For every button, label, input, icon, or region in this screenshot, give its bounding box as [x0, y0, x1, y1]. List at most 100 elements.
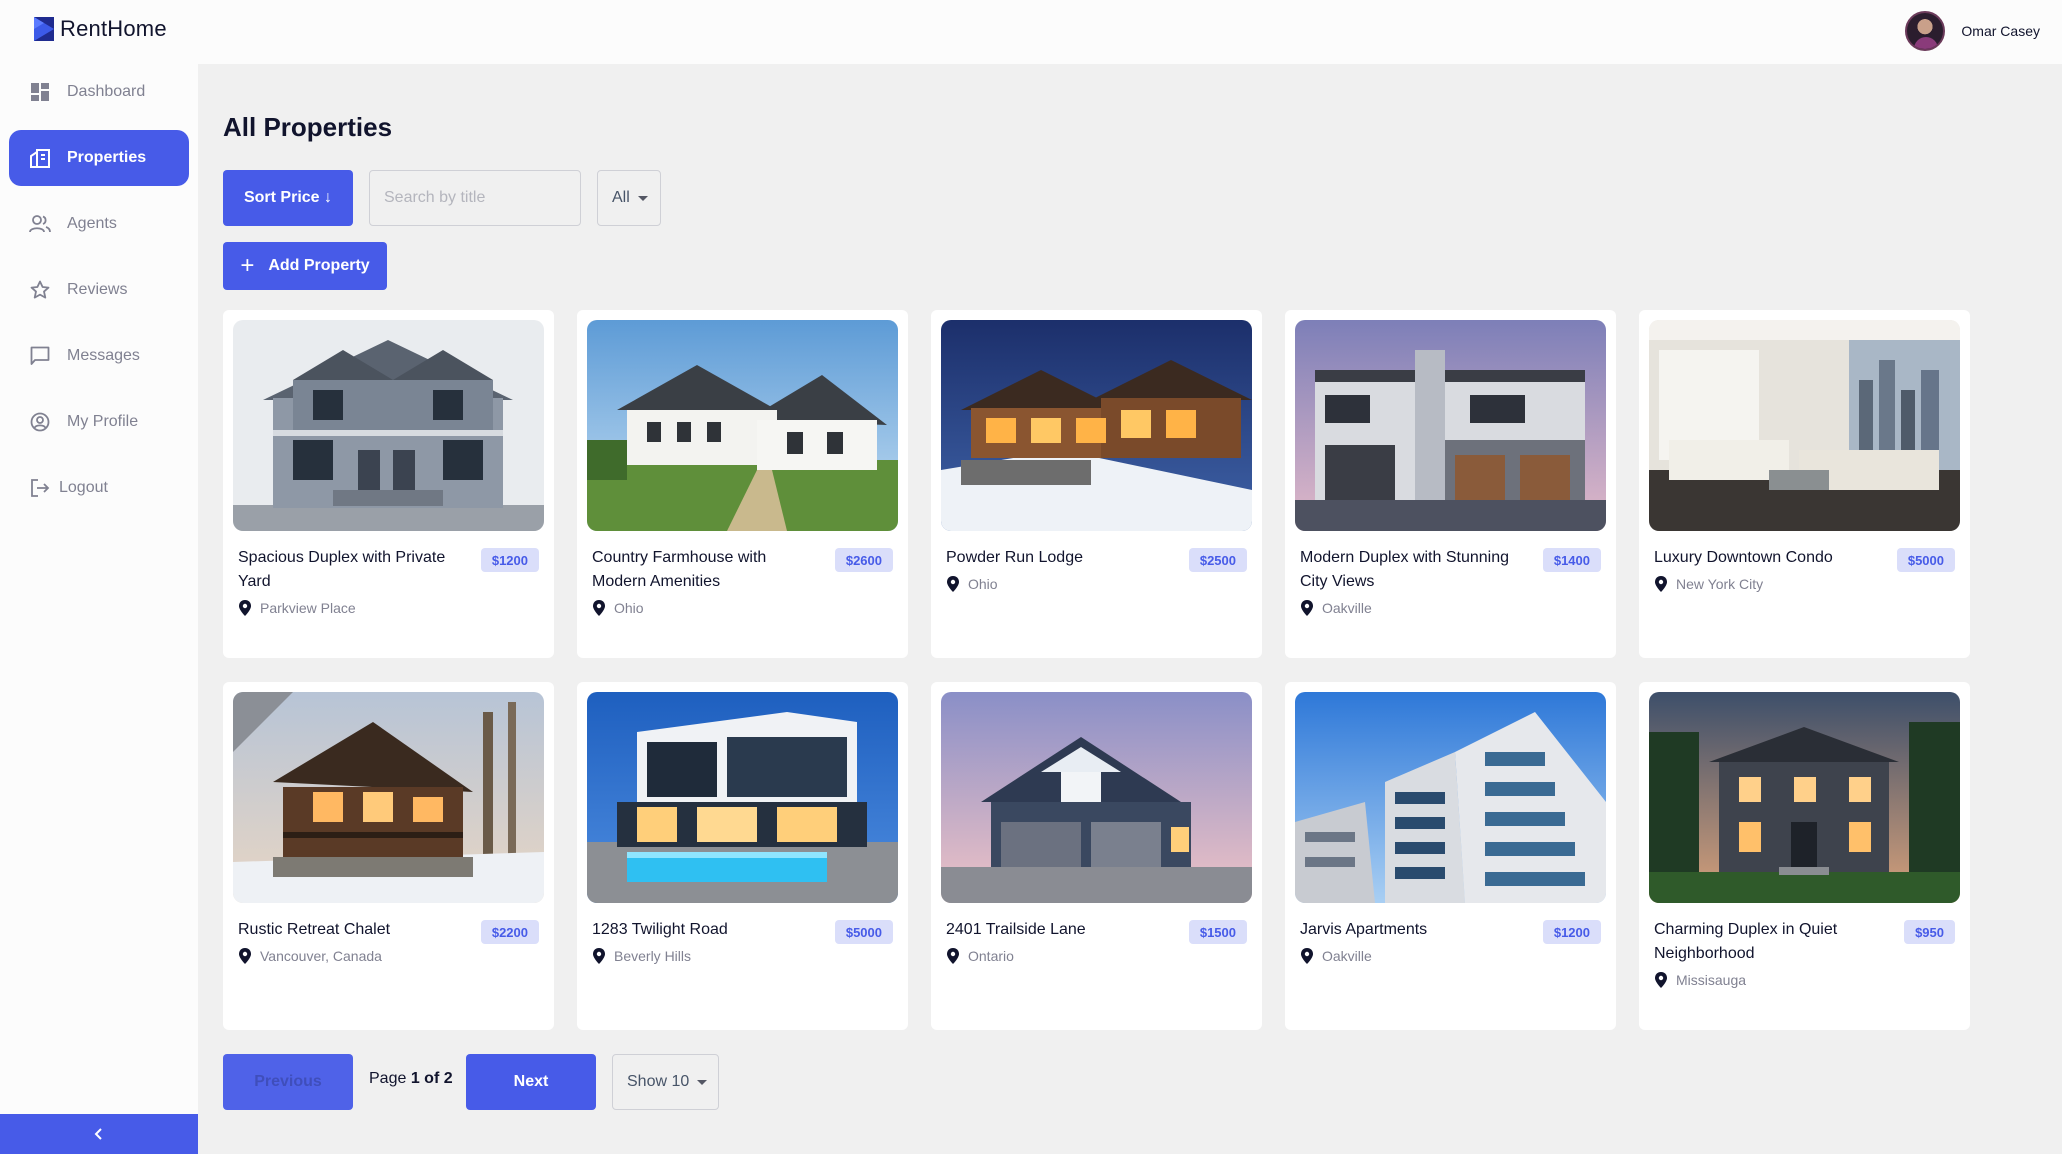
sidebar-item-agents[interactable]: Agents — [9, 196, 189, 252]
plus-icon: + — [240, 252, 255, 279]
property-location: Ohio — [946, 576, 998, 592]
property-price: $950 — [1904, 920, 1955, 944]
chevron-left-icon — [94, 1128, 102, 1140]
sidebar-item-label: Properties — [67, 149, 147, 166]
property-price: $1200 — [480, 548, 539, 572]
property-card[interactable]: Charming Duplex in Quiet Neighborhood $9… — [1639, 682, 1970, 1030]
app-logo[interactable]: RentHome — [32, 14, 167, 44]
property-image[interactable] — [1649, 692, 1960, 903]
caret-down-icon — [637, 195, 648, 201]
property-card[interactable]: Rustic Retreat Chalet $2200 Vancouver, C… — [223, 682, 554, 1030]
property-image[interactable] — [1295, 692, 1606, 903]
property-price: $1500 — [1188, 920, 1247, 944]
property-price: $5000 — [834, 920, 893, 944]
property-card[interactable]: Powder Run Lodge $2500 Ohio — [931, 310, 1262, 658]
property-title: Luxury Downtown Condo — [1654, 549, 1833, 566]
property-location: New York City — [1654, 576, 1763, 592]
location-pin-icon — [1301, 948, 1313, 964]
page-size-select[interactable]: Show 10 — [612, 1054, 719, 1110]
property-title: 2401 Trailside Lane — [946, 921, 1086, 938]
property-location-text: Parkview Place — [260, 600, 356, 616]
filter-select[interactable]: All — [597, 170, 661, 226]
property-location: Vancouver, Canada — [238, 948, 382, 964]
property-location: Missisauga — [1654, 972, 1746, 988]
property-title: Country Farmhouse with Modern Amenities — [592, 549, 767, 590]
sidebar-item-label: Logout — [59, 479, 108, 496]
property-title: Rustic Retreat Chalet — [238, 921, 391, 938]
sidebar-item-properties[interactable]: Properties — [9, 130, 189, 186]
add-property-label: Add Property — [268, 257, 370, 274]
property-price: $2500 — [1188, 548, 1247, 572]
user-menu[interactable]: Omar Casey — [1905, 11, 2040, 51]
property-location-text: Beverly Hills — [614, 948, 692, 964]
sidebar-item-reviews[interactable]: Reviews — [9, 262, 189, 318]
caret-down-icon — [697, 1079, 708, 1085]
sort-price-button[interactable]: Sort Price ↓ — [223, 170, 353, 226]
sidebar-item-label: Messages — [67, 347, 140, 364]
property-location-text: Ontario — [968, 948, 1014, 964]
property-image[interactable] — [587, 692, 898, 903]
property-card[interactable]: Jarvis Apartments $1200 Oakville — [1285, 682, 1616, 1030]
property-location-text: Vancouver, Canada — [260, 948, 382, 964]
property-location-text: Ohio — [614, 600, 644, 616]
page-indicator: Page 1 of 2 — [369, 1070, 453, 1088]
property-card[interactable]: 1283 Twilight Road $5000 Beverly Hills — [577, 682, 908, 1030]
property-image[interactable] — [941, 320, 1252, 531]
property-image[interactable] — [1295, 320, 1606, 531]
search-input[interactable] — [369, 170, 581, 226]
sidebar-item-logout[interactable]: Logout — [9, 460, 189, 516]
property-location: Parkview Place — [238, 600, 356, 616]
property-location: Ontario — [946, 948, 1014, 964]
previous-label: Previous — [254, 1073, 322, 1090]
property-image[interactable] — [941, 692, 1252, 903]
property-location: Oakville — [1300, 600, 1372, 616]
location-pin-icon — [593, 600, 605, 616]
avatar[interactable] — [1905, 11, 1946, 51]
property-image[interactable] — [1649, 320, 1960, 531]
sidebar-item-dashboard[interactable]: Dashboard — [9, 64, 189, 120]
property-card[interactable]: 2401 Trailside Lane $1500 Ontario — [931, 682, 1262, 1030]
property-image[interactable] — [233, 692, 544, 903]
property-card[interactable]: Modern Duplex with Stunning City Views $… — [1285, 310, 1616, 658]
location-pin-icon — [593, 948, 605, 964]
sidebar-item-messages[interactable]: Messages — [9, 328, 189, 384]
property-location-text: Oakville — [1322, 948, 1372, 964]
location-pin-icon — [947, 576, 959, 592]
property-title: Modern Duplex with Stunning City Views — [1300, 549, 1510, 590]
property-title: Spacious Duplex with Private Yard — [238, 549, 446, 590]
property-location-text: Ohio — [968, 576, 998, 592]
add-property-button[interactable]: + Add Property — [223, 242, 387, 290]
sidebar-item-my-profile[interactable]: My Profile — [9, 394, 189, 450]
location-pin-icon — [1655, 576, 1667, 592]
page-title: All Properties — [223, 112, 393, 142]
property-card[interactable]: Country Farmhouse with Modern Amenities … — [577, 310, 908, 658]
sidebar-collapse-button[interactable] — [0, 1114, 198, 1154]
sidebar: RentHome Dashboard Properties Agents Rev… — [0, 0, 198, 1154]
sidebar-item-label: Agents — [67, 215, 117, 232]
property-title: Powder Run Lodge — [946, 549, 1083, 566]
sidebar-nav: Dashboard Properties Agents Reviews Mess… — [9, 64, 189, 526]
property-location: Oakville — [1300, 948, 1372, 964]
app-name: RentHome — [60, 16, 167, 41]
property-image[interactable] — [233, 320, 544, 531]
property-location-text: New York City — [1676, 576, 1764, 592]
page-prefix: Page — [369, 1070, 407, 1087]
page-size-value: Show 10 — [627, 1073, 690, 1090]
logout-icon — [29, 477, 51, 499]
dashboard-icon — [29, 81, 51, 103]
property-location-text: Oakville — [1322, 600, 1372, 616]
property-title: 1283 Twilight Road — [592, 921, 728, 938]
location-pin-icon — [947, 948, 959, 964]
property-card[interactable]: Luxury Downtown Condo $5000 New York Cit… — [1639, 310, 1970, 658]
property-image[interactable] — [587, 320, 898, 531]
property-title: Jarvis Apartments — [1300, 921, 1428, 938]
next-page-button[interactable]: Next — [466, 1054, 596, 1110]
user-name: Omar Casey — [1961, 23, 2040, 39]
star-icon — [29, 279, 51, 301]
property-price: $5000 — [1896, 548, 1955, 572]
location-pin-icon — [1301, 600, 1313, 616]
logo-icon — [34, 17, 54, 41]
property-card[interactable]: Spacious Duplex with Private Yard $1200 … — [223, 310, 554, 658]
previous-page-button[interactable]: Previous — [223, 1054, 353, 1110]
location-pin-icon — [239, 948, 251, 964]
